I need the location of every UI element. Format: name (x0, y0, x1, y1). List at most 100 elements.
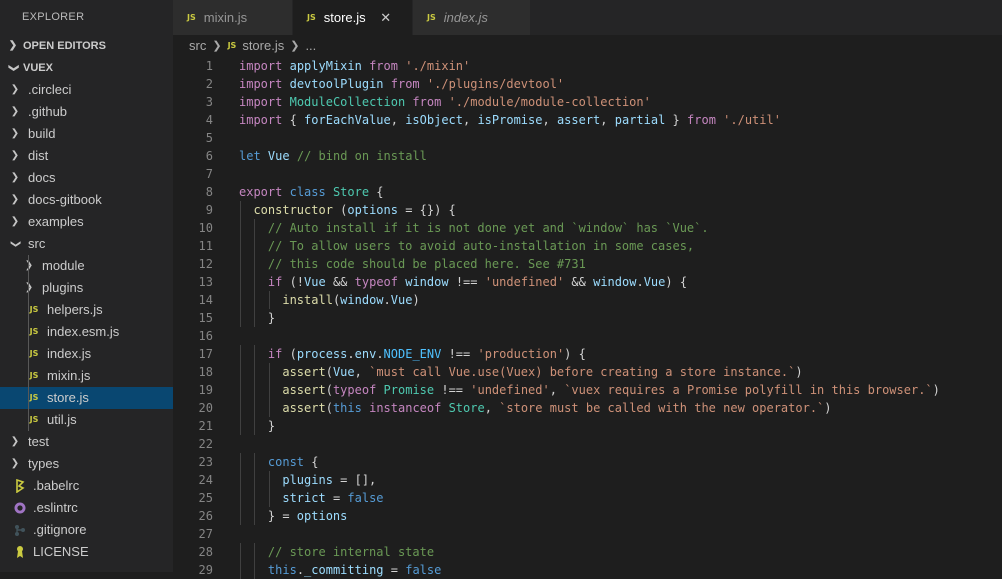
js-file-icon: JS (227, 41, 237, 50)
editor-area: JS mixin.js JS store.js ✕ JS index.js sr… (173, 0, 1002, 579)
code-line: 13 if (!Vue && typeof window !== 'undefi… (173, 273, 1002, 291)
line-number: 28 (198, 545, 213, 559)
code-text: // store internal state (239, 543, 434, 561)
line-number: 15 (198, 311, 213, 325)
tree-item[interactable]: ❯ .github (0, 101, 173, 123)
tree-item[interactable]: .eslintrc (0, 497, 173, 519)
line-number: 27 (198, 527, 213, 541)
breadcrumb-more[interactable]: ... (305, 35, 316, 57)
tree-item-label: .babelrc (33, 478, 80, 493)
code-line: 6 let Vue // bind on install (173, 147, 1002, 165)
tree-item[interactable]: JS index.esm.js (0, 321, 173, 343)
tree-item[interactable]: ❯ examples (0, 211, 173, 233)
indent-guide (254, 381, 256, 399)
js-file-icon: JS (307, 13, 316, 22)
tree-item-label: plugins (42, 280, 84, 295)
tree-item[interactable]: JS helpers.js (0, 299, 173, 321)
tab-store-js[interactable]: JS store.js ✕ (293, 0, 413, 35)
line-number: 2 (205, 77, 213, 91)
code-line: 15 } (173, 309, 1002, 327)
open-editors-section[interactable]: ❯ OPEN EDITORS (0, 35, 173, 57)
code-line: 29 this._committing = false (173, 561, 1002, 579)
code-line: 10 // Auto install if it is not done yet… (173, 219, 1002, 237)
code-text: } (239, 309, 276, 327)
indent-guide (254, 219, 256, 237)
indent-guide (28, 409, 29, 431)
tree-item[interactable]: ❯ src (0, 233, 173, 255)
tab-label: index.js (443, 10, 488, 25)
tree-item[interactable]: ❯ plugins (0, 277, 173, 299)
indent-guide (240, 543, 241, 561)
line-number: 8 (205, 185, 213, 199)
indent-guide (254, 471, 256, 489)
chevron-right-icon: ❯ (290, 40, 300, 52)
code-line: 17 if (process.env.NODE_ENV !== 'product… (173, 345, 1002, 363)
chevron-right-icon: ❯ (22, 277, 36, 299)
code-line: 3 import ModuleCollection from './module/… (173, 93, 1002, 111)
indent-guide (268, 489, 270, 507)
tree-item[interactable]: JS mixin.js (0, 365, 173, 387)
chevron-right-icon: ❯ (10, 150, 20, 161)
indent-guide (240, 201, 241, 219)
tree-item[interactable]: ❯ dist (0, 145, 173, 167)
tree-item[interactable]: JS store.js (0, 387, 173, 409)
tree-item-label: util.js (47, 412, 77, 427)
code-line: 26 } = options (173, 507, 1002, 525)
tree-item[interactable]: ❯ .circleci (0, 79, 173, 101)
tree-item[interactable]: ❯ docs (0, 167, 173, 189)
code-text: } = options (239, 507, 348, 525)
indent-guide (240, 291, 241, 309)
tree-item[interactable]: .gitignore (0, 519, 173, 541)
indent-guide (28, 387, 29, 409)
indent-guide (240, 381, 241, 399)
tree-item[interactable]: JS util.js (0, 409, 173, 431)
tree-item-label: docs-gitbook (28, 192, 102, 207)
chevron-right-icon: ❯ (10, 436, 20, 447)
indent-guide (240, 255, 241, 273)
indent-guide (240, 471, 241, 489)
code-text: let Vue // bind on install (239, 149, 427, 163)
line-number: 4 (205, 113, 213, 127)
tree-item[interactable]: ❯ module (0, 255, 173, 277)
code-line: 22 (173, 435, 1002, 453)
code-editor[interactable]: 1 import applyMixin from './mixin' 2 import… (173, 57, 1002, 579)
code-line: 20 assert(this instanceof Store, `store … (173, 399, 1002, 417)
indent-guide (254, 417, 256, 435)
tree-item-label: src (28, 236, 46, 251)
indent-guide (240, 309, 241, 327)
tree-item[interactable]: LICENSE (0, 541, 173, 563)
chevron-right-icon: ❯ (10, 128, 20, 139)
line-number: 26 (198, 509, 213, 523)
indent-guide (254, 489, 256, 507)
indent-guide (254, 255, 256, 273)
tab-mixin-js[interactable]: JS mixin.js (173, 0, 293, 35)
breadcrumb-file[interactable]: store.js (242, 35, 284, 57)
indent-guide (268, 399, 270, 417)
git-icon (12, 522, 28, 538)
code-text: this._committing = false (239, 561, 441, 579)
code-text: // To allow users to avoid auto-installa… (239, 237, 694, 255)
tree-item-label: test (28, 434, 49, 449)
line-number: 25 (198, 491, 213, 505)
tab-index-js[interactable]: JS index.js (413, 0, 531, 35)
code-line: 5 (173, 129, 1002, 147)
code-line: 12 // this code should be placed here. S… (173, 255, 1002, 273)
close-icon[interactable]: ✕ (380, 10, 392, 26)
tree-item-label: .circleci (28, 82, 72, 97)
code-text: import devtoolPlugin from './plugins/dev… (239, 77, 565, 91)
tree-item-label: LICENSE (33, 544, 89, 559)
chevron-right-icon: ❯ (10, 458, 20, 469)
tree-item[interactable]: .babelrc (0, 475, 173, 497)
breadcrumb-folder[interactable]: src (189, 35, 206, 57)
tree-item[interactable]: ❯ types (0, 453, 173, 475)
tree-item[interactable]: ❯ docs-gitbook (0, 189, 173, 211)
indent-guide (268, 471, 270, 489)
tree-item[interactable]: ❯ test (0, 431, 173, 453)
project-section[interactable]: ❯ VUEX (0, 57, 173, 79)
indent-guide (254, 273, 256, 291)
indent-guide (240, 453, 241, 471)
chevron-right-icon: ❯ (10, 194, 20, 205)
tree-item[interactable]: ❯ build (0, 123, 173, 145)
indent-guide (254, 453, 256, 471)
tree-item[interactable]: JS index.js (0, 343, 173, 365)
